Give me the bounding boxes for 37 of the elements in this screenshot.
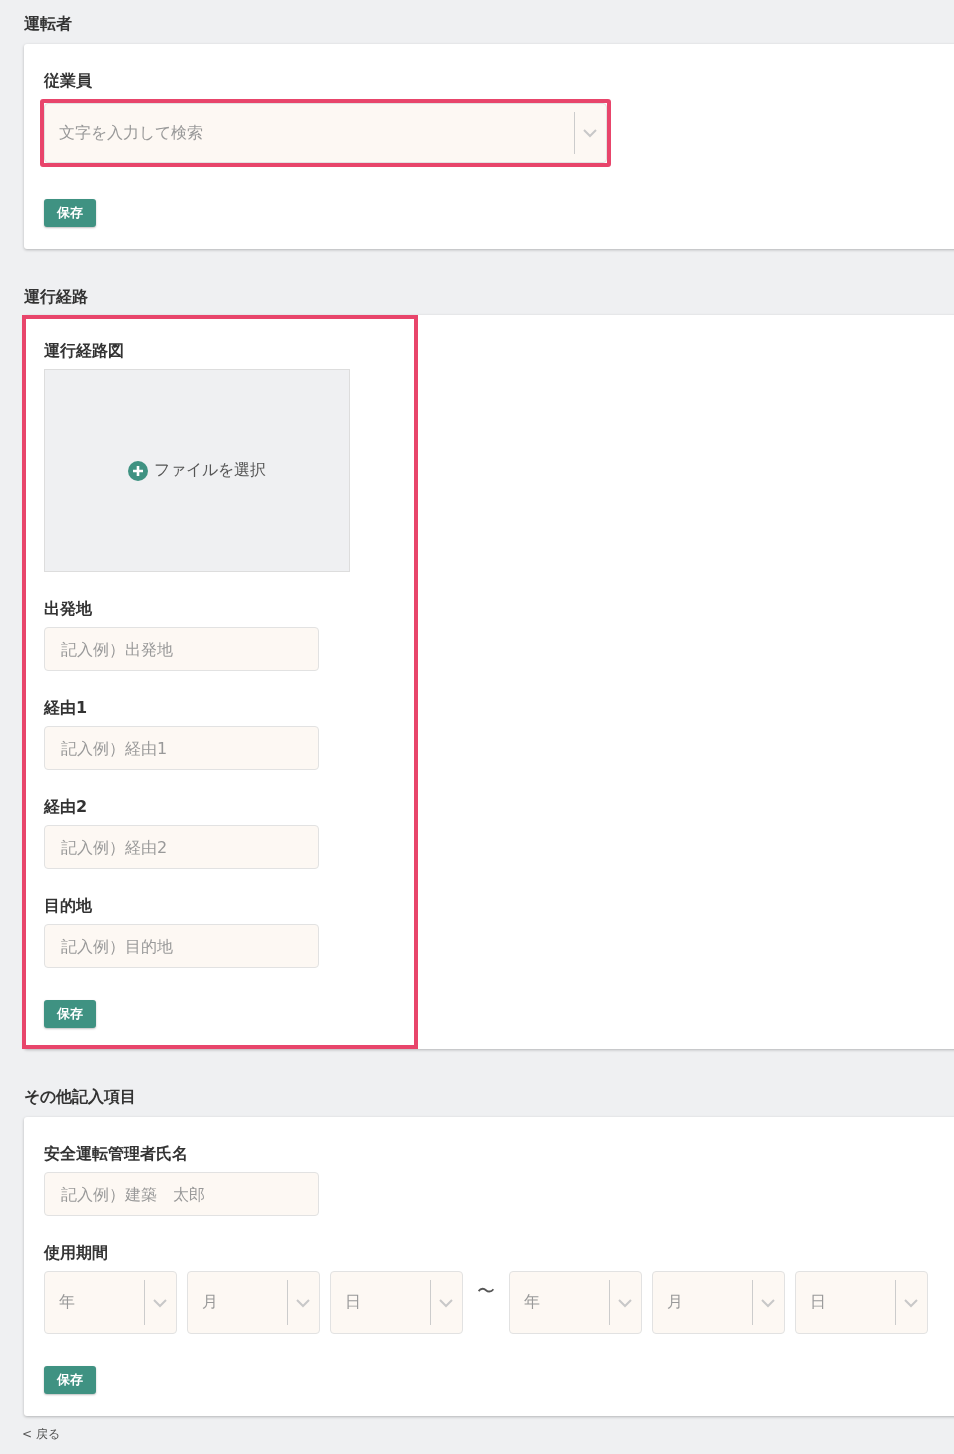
- field-label: 安全運転管理者氏名: [44, 1145, 189, 1163]
- chevron-down-icon: [438, 1297, 454, 1308]
- date-select[interactable]: 年: [44, 1271, 177, 1334]
- plus-circle-icon: [128, 460, 148, 481]
- date-select[interactable]: 日: [795, 1271, 928, 1334]
- chevron-down-icon: [152, 1297, 168, 1308]
- chevron-down-icon: [582, 128, 598, 138]
- date-select[interactable]: 月: [187, 1271, 320, 1334]
- employee-select[interactable]: 文字を入力して検索: [44, 103, 607, 163]
- field-label: 運行経路図: [44, 342, 125, 360]
- input-field[interactable]: 記入例）経由2: [44, 825, 319, 869]
- section-title: その他記入項目: [24, 1087, 137, 1107]
- field-label: 目的地: [44, 897, 93, 915]
- section-title: 運行経路: [24, 287, 89, 307]
- chevron-down-icon: [295, 1297, 311, 1308]
- field-label: 出発地: [44, 600, 93, 618]
- input-field[interactable]: 記入例）建築 太郎: [44, 1172, 319, 1216]
- date-select[interactable]: 日: [330, 1271, 463, 1334]
- chevron-down-icon: [903, 1297, 919, 1308]
- input-field[interactable]: 記入例）出発地: [44, 627, 319, 671]
- field-label: 経由1: [44, 699, 89, 717]
- input-field[interactable]: 記入例）経由1: [44, 726, 319, 770]
- save-button[interactable]: 保存: [44, 199, 96, 227]
- input-field[interactable]: 記入例）目的地: [44, 924, 319, 968]
- back-link[interactable]: < 戻る: [22, 1426, 60, 1443]
- file-select-button[interactable]: ファイルを選択: [128, 460, 266, 481]
- date-select[interactable]: 年: [509, 1271, 642, 1334]
- field-label: 使用期間: [44, 1244, 109, 1262]
- save-button[interactable]: 保存: [44, 1000, 96, 1028]
- save-button[interactable]: 保存: [44, 1366, 96, 1394]
- date-select[interactable]: 月: [652, 1271, 785, 1334]
- section-title: 運転者: [24, 14, 73, 34]
- field-label: 経由2: [44, 798, 89, 816]
- chevron-down-icon: [617, 1297, 633, 1308]
- range-separator: 〜: [476, 1279, 496, 1301]
- chevron-down-icon: [760, 1297, 776, 1308]
- field-label: 従業員: [44, 72, 93, 90]
